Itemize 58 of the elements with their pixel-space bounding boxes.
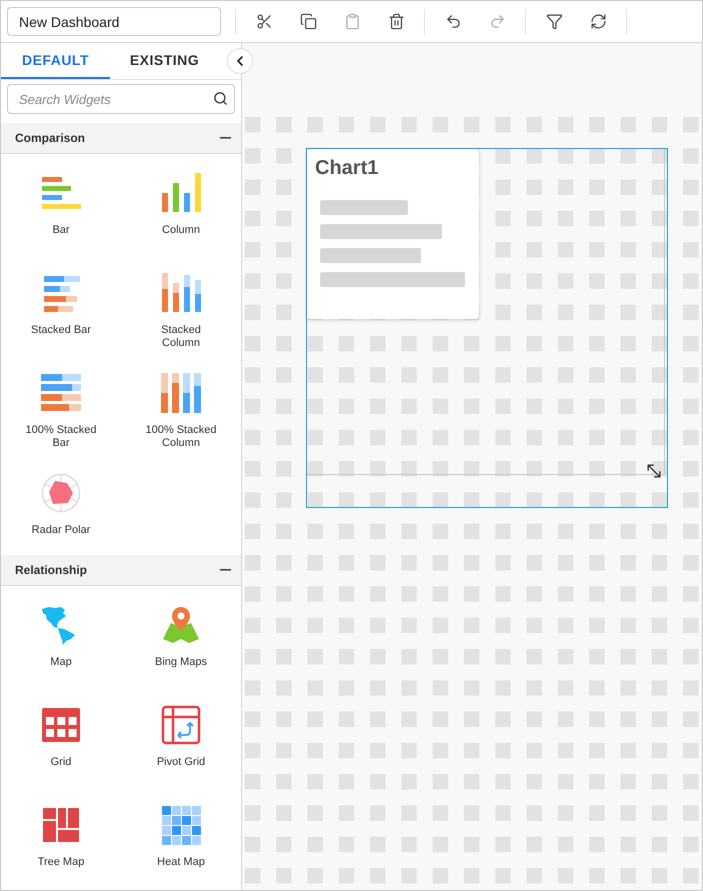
widget-label: Grid (50, 756, 72, 769)
stacked-column-chart-icon (161, 373, 201, 413)
widget-item[interactable]: Grid (1, 687, 121, 787)
heat-map-icon (161, 805, 201, 845)
group-header[interactable]: Relationship (1, 555, 241, 586)
widget-label: Heat Map (156, 856, 206, 869)
widget-label: Stacked Bar (30, 324, 92, 337)
refresh-icon (590, 13, 606, 30)
pivot-grid-icon (161, 705, 201, 745)
filter-icon (546, 13, 562, 30)
chart-widget[interactable]: Chart1 (307, 149, 479, 319)
widget-label: Tree Map (36, 856, 86, 869)
widget-label: 100% Stacked Column (144, 424, 218, 450)
column-chart-icon (161, 173, 201, 213)
widget-title: Chart1 (315, 157, 380, 180)
widget-item[interactable]: Stacked Bar (1, 255, 121, 355)
minus-icon (220, 137, 231, 139)
widget-frame[interactable]: Chart1 (306, 148, 668, 508)
widget-item[interactable]: Bar (1, 155, 121, 255)
redo-icon (488, 13, 506, 30)
clipboard-icon (344, 13, 360, 30)
tree-map-icon (41, 805, 81, 845)
search-field[interactable]: Search Widgets (7, 84, 235, 114)
widget-label: Bar (51, 224, 71, 237)
group-title: Relationship (15, 563, 88, 577)
widget-label: Map (49, 656, 73, 669)
widget-item[interactable]: Radar Polar (1, 455, 121, 555)
stacked-bar-chart-icon (41, 273, 81, 313)
widget-item[interactable]: Tree Map (1, 787, 121, 887)
widget-item[interactable]: 100% Stacked Bar (1, 355, 121, 455)
group-title: Comparison (15, 131, 86, 145)
cut-icon (256, 13, 272, 30)
widget-item[interactable]: Heat Map (121, 787, 241, 887)
widget-label: 100% Stacked Bar (24, 424, 98, 450)
widget-item[interactable]: Pivot Grid (121, 687, 241, 787)
widget-item[interactable]: Column (121, 155, 241, 255)
radar-chart-icon (41, 473, 81, 513)
stacked-column-chart-icon (161, 273, 201, 313)
stacked-bar-chart-icon (41, 373, 81, 413)
copy-icon (300, 13, 316, 30)
grid-icon (41, 705, 81, 745)
collapse-button[interactable] (227, 48, 253, 74)
widget-label: Stacked Column (160, 324, 202, 350)
widget-label: Radar Polar (30, 524, 92, 537)
widget-item[interactable]: Map (1, 587, 121, 687)
minus-icon (220, 569, 231, 571)
undo-icon (444, 13, 462, 30)
group-header[interactable]: Comparison (1, 123, 241, 154)
widget-item[interactable]: Stacked Column (121, 255, 241, 355)
trash-icon (388, 13, 404, 30)
widget-label: Column (161, 224, 201, 237)
widget-label: Bing Maps (154, 656, 208, 669)
map-pin-icon (161, 605, 201, 645)
dashboard-name-field[interactable]: New Dashboard (7, 7, 221, 36)
search-icon (213, 91, 228, 106)
widget-item[interactable]: 100% Stacked Column (121, 355, 241, 455)
widget-item[interactable]: Bing Maps (121, 587, 241, 687)
widget-label: Pivot Grid (156, 756, 206, 769)
